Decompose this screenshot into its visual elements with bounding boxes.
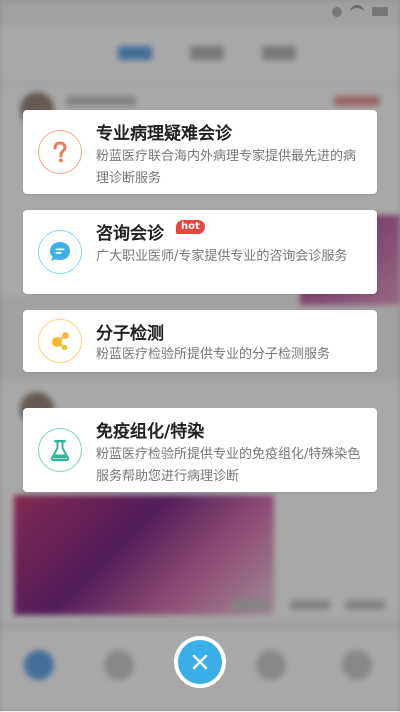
service-title: 免疫组化/特染 bbox=[96, 422, 205, 442]
service-card-pathology-consultation[interactable]: 专业病理疑难会诊 粉蓝医疗联合海内外病理专家提供最先进的病理诊断服务 bbox=[23, 110, 377, 194]
service-description: 粉蓝医疗联合海内外病理专家提供最先进的病理诊断服务 bbox=[96, 149, 357, 186]
service-card-consultation[interactable]: 咨询会诊 hot 广大职业医师/专家提供专业的咨询会诊服务 bbox=[23, 210, 377, 294]
battery-icon bbox=[372, 7, 388, 16]
close-icon bbox=[192, 654, 208, 670]
service-description: 广大职业医师/专家提供专业的咨询会诊服务 bbox=[96, 249, 348, 264]
hot-badge: hot bbox=[176, 220, 205, 234]
service-title: 分子检测 bbox=[96, 324, 164, 344]
chat-bubble-icon bbox=[38, 230, 82, 274]
close-button-inner[interactable] bbox=[178, 640, 222, 684]
service-card-molecular-testing[interactable]: 分子检测 粉蓝医疗检验所提供专业的分子检测服务 bbox=[23, 310, 377, 372]
service-description: 粉蓝医疗检验所提供专业的分子检测服务 bbox=[96, 347, 331, 362]
question-icon bbox=[38, 130, 82, 174]
wifi-icon bbox=[350, 5, 364, 18]
service-title: 咨询会诊 bbox=[96, 224, 164, 244]
service-title: 专业病理疑难会诊 bbox=[96, 124, 232, 144]
service-card-immunohistochemistry[interactable]: 免疫组化/特染 粉蓝医疗检验所提供专业的免疫组化/特殊染色服务帮助您进行病理诊断 bbox=[23, 408, 377, 492]
flask-icon bbox=[38, 428, 82, 472]
status-icons bbox=[332, 5, 388, 18]
close-button[interactable] bbox=[174, 636, 226, 688]
notification-icon bbox=[332, 6, 342, 17]
molecule-icon bbox=[38, 319, 82, 363]
service-description: 粉蓝医疗检验所提供专业的免疫组化/特殊染色服务帮助您进行病理诊断 bbox=[96, 447, 361, 484]
